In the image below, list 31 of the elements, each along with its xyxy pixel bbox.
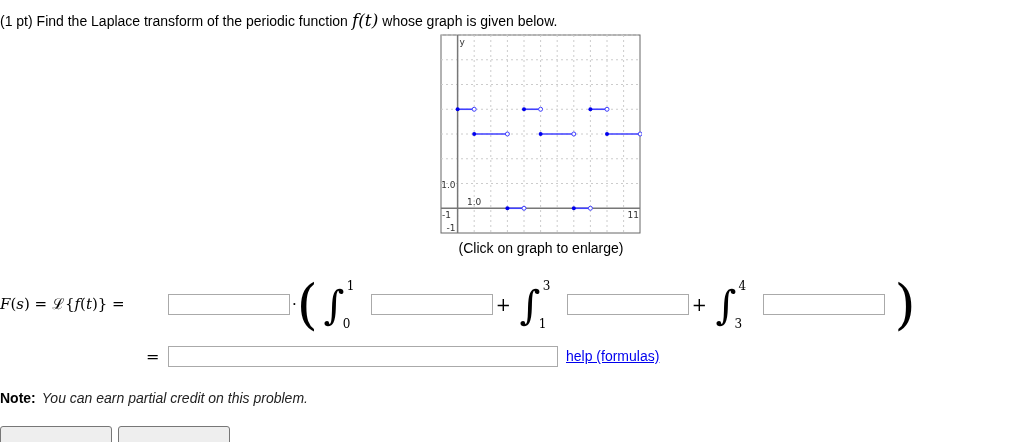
lower-limit: 3 [734,316,744,333]
upper-limit: 4 [738,277,748,295]
help-link[interactable]: help (formulas) [566,346,660,367]
equals-sign: = [146,345,161,368]
formula-text: F(s) = ℒ{f(t)} = [0,294,126,316]
dot-symbol: · [292,294,297,316]
answer-field[interactable] [762,294,885,315]
problem-text: (1 pt) Find the Laplace transform of the periodic function [0,12,348,31]
lower-limit: 0 [342,316,352,333]
plus-sign: + [691,293,707,317]
close-parenthesis: ) [894,277,916,332]
answer-field[interactable] [168,346,558,367]
graph-caption: (Click on graph to enlarge) [458,238,624,258]
lower-limit: 1 [538,316,548,333]
answer-field[interactable] [370,294,493,315]
integral-sign: ∫ [715,284,737,325]
function-name: f(t) [351,9,379,32]
open-parenthesis: ( [296,277,318,332]
integral-sign: ∫ [323,284,345,325]
plus-sign: + [495,293,511,317]
note-label: Note: [0,388,36,408]
note-text: You can earn partial credit on this problem. [41,388,308,408]
upper-limit: 1 [346,277,356,295]
button[interactable] [118,425,230,442]
integral-sign: ∫ [519,284,541,325]
upper-limit: 3 [542,277,552,295]
answer-field[interactable] [168,294,290,315]
graph-drawing[interactable]: y 1.0 1.0 -1 11 -1 [440,33,642,234]
problem-text: whose graph is given below. [382,12,558,31]
button[interactable] [0,425,112,442]
answer-field[interactable] [566,294,689,315]
